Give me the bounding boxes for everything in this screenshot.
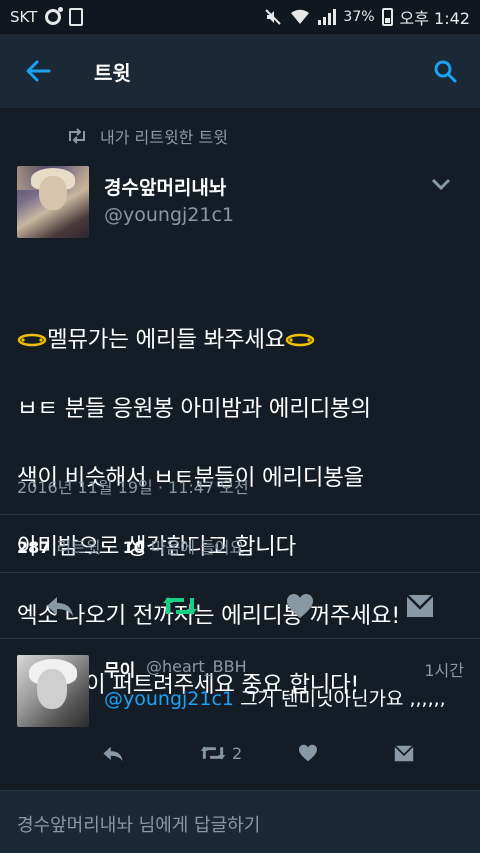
signal-icon [318,9,337,25]
retweet-button[interactable] [152,580,208,632]
tweet-line: 멜뮤가는 에리들 봐주세요 [17,289,467,358]
glowstick-emoji-icon [17,333,47,347]
reply-mention-link[interactable]: @youngj21c1 [104,688,234,710]
retweet-icon [200,746,226,760]
reply-like-button[interactable] [298,735,318,771]
retweet-icon [163,597,197,615]
reply-body: 그거 텐미닛아닌가요 ,,,,,, [240,688,446,710]
heart-icon [299,744,317,762]
reply-avatar[interactable] [17,655,89,727]
reply-placeholder: 경수앞머리내놔 님에게 답글하기 [17,815,261,836]
retweet-icon [69,128,85,144]
reply-icon [47,597,73,616]
phone-check-icon [69,8,84,26]
like-count[interactable]: 10 [123,538,145,557]
status-bar: SKT 37% 오후 1:42 [0,0,480,34]
reply-author-handle[interactable]: @heart_BBH [146,657,247,676]
divider [0,514,480,515]
arrow-left-icon [26,60,51,82]
tweet-action-bar [0,580,480,632]
reply-composer[interactable]: 경수앞머리내놔 님에게 답글하기 [0,790,480,853]
reply-text: @youngj21c1 그거 텐미닛아닌가요 ,,,,,, [104,684,446,711]
reply-icon [103,746,123,761]
reply-button[interactable] [32,580,88,632]
envelope-icon [406,594,434,617]
author-name[interactable]: 경수앞머리내놔 [104,173,226,200]
tweet-timestamp: 2016년 11월 19일 · 11:47 오전 [17,478,249,497]
author-avatar[interactable] [17,166,89,238]
retweet-count[interactable]: 287 [17,538,50,557]
battery-icon [381,8,393,26]
retweet-context-label: 내가 리트윗한 트윗 [100,128,228,147]
envelope-icon [394,744,414,761]
like-count-label[interactable]: 마음에 들어요 [151,534,244,558]
heart-icon [287,594,313,618]
divider [0,572,480,573]
back-button[interactable] [0,34,76,108]
author-handle[interactable]: @youngj21c1 [104,204,234,226]
retweet-context: 내가 리트윗한 트윗 [66,124,228,148]
reply-time: 1시간 [424,661,464,680]
divider [0,638,480,639]
reply-retweet-button[interactable]: 2 [200,735,242,771]
reply-dm-button[interactable] [394,735,414,771]
glowstick-emoji-icon [285,333,315,347]
direct-message-button[interactable] [392,580,448,632]
tweet-line: ㅂㅌ 분들 응원봉 아미밤과 에리디봉의 [17,396,371,422]
reply-reply-button[interactable] [102,735,124,771]
reply-retweet-count: 2 [232,743,243,763]
wifi-icon [291,9,310,24]
carrier-label: SKT [10,8,38,26]
search-button[interactable] [410,34,480,108]
page-title: 트윗 [94,60,131,85]
reply-action-bar: 2 [0,735,480,771]
search-icon [434,60,457,83]
clock: 오후 1:42 [399,9,470,28]
chevron-down-icon[interactable] [430,176,452,192]
reply-author-name[interactable]: 무이 [104,656,135,681]
app-header: 트윗 [0,34,480,108]
battery-percent: 37% [343,9,375,25]
tweet-stats: 287 리트윗 10 마음에 들어요 [17,534,260,558]
mute-icon [265,9,282,25]
sync-icon [45,7,64,25]
like-button[interactable] [272,580,328,632]
retweet-count-label[interactable]: 리트윗 [56,534,100,558]
